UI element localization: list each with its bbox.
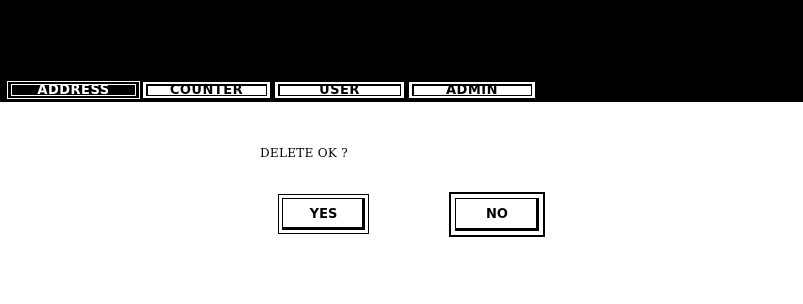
no-button-label: NO xyxy=(486,207,508,222)
yes-button[interactable]: YES xyxy=(278,194,369,234)
tab-address[interactable]: ADDRESS xyxy=(7,81,140,99)
tab-admin-label: ADMIN xyxy=(445,82,498,98)
screen: ADDRESS COUNTER USER ADMIN DELETE OK ? Y… xyxy=(0,0,803,304)
tab-counter[interactable]: COUNTER xyxy=(142,81,271,99)
tab-address-label: ADDRESS xyxy=(37,82,110,98)
tab-counter-label: COUNTER xyxy=(169,82,244,98)
tab-user[interactable]: USER xyxy=(274,81,405,99)
tab-user-label: USER xyxy=(319,82,360,98)
yes-button-label: YES xyxy=(309,206,338,222)
no-button[interactable]: NO xyxy=(449,192,545,237)
delete-confirm-message: DELETE OK ? xyxy=(260,146,349,160)
top-header-bar xyxy=(0,0,803,80)
tab-bar: ADDRESS COUNTER USER ADMIN xyxy=(0,80,803,102)
tab-admin[interactable]: ADMIN xyxy=(408,81,536,99)
